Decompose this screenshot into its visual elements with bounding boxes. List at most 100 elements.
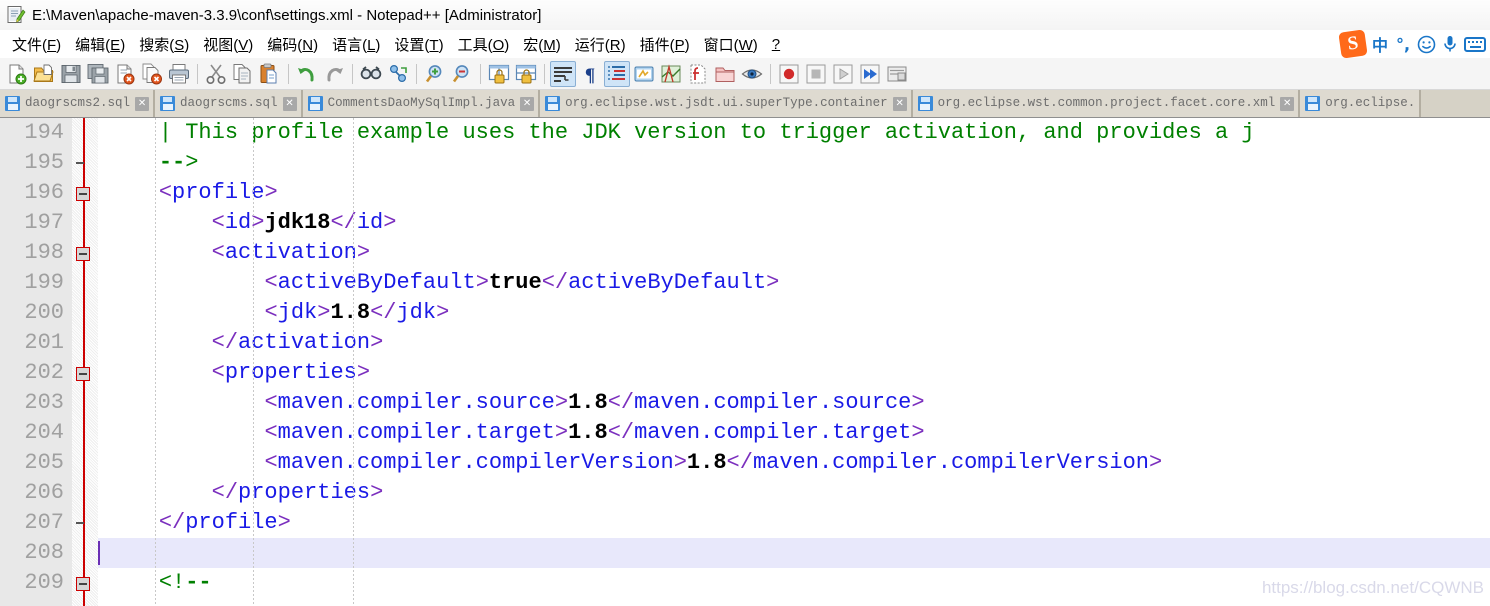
copy-icon[interactable] [230, 61, 256, 87]
redo-icon[interactable] [321, 61, 347, 87]
close-icon[interactable]: ✕ [520, 96, 535, 111]
tab-org-eclipse-wst-jsdt-ui-supertype-container[interactable]: org.eclipse.wst.jsdt.ui.superType.contai… [540, 90, 913, 117]
code-line-current[interactable] [98, 538, 1490, 568]
fold-marker-row[interactable] [72, 298, 98, 328]
save-macro-icon[interactable] [884, 61, 910, 87]
code-line[interactable]: <maven.compiler.source>1.8</maven.compil… [98, 388, 1490, 418]
menu-item-encoding[interactable]: 编码(N) [260, 32, 325, 57]
ime-chinese-mode-icon[interactable]: 中 [1371, 32, 1389, 56]
menu-item-settings[interactable]: 设置(T) [387, 32, 450, 57]
open-file-icon[interactable] [31, 61, 57, 87]
code-line[interactable]: </activation> [98, 328, 1490, 358]
print-icon[interactable] [166, 61, 192, 87]
menu-item-help[interactable]: ? [765, 34, 787, 55]
code-line[interactable]: <activeByDefault>true</activeByDefault> [98, 268, 1490, 298]
zoom-in-icon[interactable] [422, 61, 448, 87]
run-macro-multiple-icon[interactable] [857, 61, 883, 87]
fold-marker-row[interactable] [72, 508, 98, 538]
replace-icon[interactable] [385, 61, 411, 87]
undo-icon[interactable] [294, 61, 320, 87]
folder-as-workspace-icon[interactable] [712, 61, 738, 87]
ime-punctuation-icon[interactable]: °, [1394, 32, 1412, 56]
fold-marker-row[interactable] [72, 568, 98, 598]
save-all-icon[interactable] [85, 61, 111, 87]
menu-item-search[interactable]: 搜索(S) [132, 32, 196, 57]
code-line[interactable]: <id>jdk18</id> [98, 208, 1490, 238]
tab-commentsdaomysqlimpl-java[interactable]: CommentsDaoMySqlImpl.java ✕ [302, 90, 541, 117]
fold-marker-row[interactable] [72, 268, 98, 298]
code-line[interactable]: <maven.compiler.compilerVersion>1.8</mav… [98, 448, 1490, 478]
new-file-icon[interactable] [4, 61, 30, 87]
tab-org-eclipse-wst-common-project-facet-core-xml[interactable]: org.eclipse.wst.common.project.facet.cor… [912, 90, 1301, 117]
menu-item-run[interactable]: 运行(R) [568, 32, 633, 57]
word-wrap-icon[interactable] [550, 60, 576, 87]
code-line[interactable]: --> [98, 148, 1490, 178]
fold-marker-row[interactable] [72, 358, 98, 388]
menu-item-edit[interactable]: 编辑(E) [68, 32, 132, 57]
find-icon[interactable] [358, 61, 384, 87]
menu-item-file[interactable]: 文件(F) [5, 32, 68, 57]
show-indent-guide-icon[interactable] [604, 60, 630, 87]
fold-collapse-icon[interactable] [76, 247, 90, 261]
code-line[interactable]: <properties> [98, 358, 1490, 388]
fold-marker-row[interactable] [72, 238, 98, 268]
fold-marker-row[interactable] [72, 388, 98, 418]
code-line[interactable]: <activation> [98, 238, 1490, 268]
sogou-logo-icon[interactable]: S [1338, 29, 1368, 59]
code-line[interactable]: <!-- [98, 568, 1490, 598]
fold-marker-row[interactable] [72, 478, 98, 508]
tab-daogrscms-sql[interactable]: daogrscms.sql ✕ [155, 90, 303, 117]
tab-org-eclipse-partial[interactable]: org.eclipse. [1300, 90, 1422, 117]
cut-icon[interactable] [203, 61, 229, 87]
ime-keyboard-icon[interactable] [1464, 32, 1486, 56]
fold-collapse-icon[interactable] [76, 187, 90, 201]
fold-marker-row[interactable] [72, 328, 98, 358]
menu-item-plugins[interactable]: 插件(P) [633, 32, 697, 57]
menu-item-view[interactable]: 视图(V) [196, 32, 260, 57]
fold-marker-row[interactable] [72, 538, 98, 568]
monitoring-icon[interactable] [739, 61, 765, 87]
zoom-out-icon[interactable] [449, 61, 475, 87]
ime-microphone-icon[interactable] [1441, 32, 1459, 56]
user-defined-language-icon[interactable] [631, 61, 657, 87]
record-macro-icon[interactable] [776, 61, 802, 87]
menu-item-tools[interactable]: 工具(O) [451, 32, 517, 57]
sync-horizontal-scroll-icon[interactable] [513, 61, 539, 87]
fold-marker-row[interactable] [72, 118, 98, 148]
document-map-icon[interactable] [658, 61, 684, 87]
code-line[interactable]: | This profile example uses the JDK vers… [98, 118, 1490, 148]
paste-icon[interactable] [257, 61, 283, 87]
close-icon[interactable]: ✕ [135, 96, 150, 111]
code-line[interactable]: <profile> [98, 178, 1490, 208]
fold-marker-row[interactable] [72, 418, 98, 448]
code-line[interactable]: <maven.compiler.target>1.8</maven.compil… [98, 418, 1490, 448]
code-folding-margin[interactable] [72, 118, 98, 606]
stop-macro-icon[interactable] [803, 61, 829, 87]
fold-marker-row[interactable] [72, 448, 98, 478]
menu-item-language[interactable]: 语言(L) [325, 32, 387, 57]
close-all-files-icon[interactable] [139, 61, 165, 87]
close-icon[interactable]: ✕ [892, 96, 907, 111]
function-list-icon[interactable] [685, 61, 711, 87]
save-icon[interactable] [58, 61, 84, 87]
close-file-icon[interactable] [112, 61, 138, 87]
fold-collapse-icon[interactable] [76, 577, 90, 591]
show-all-characters-icon[interactable]: ¶ [577, 61, 603, 87]
sync-vertical-scroll-icon[interactable] [486, 61, 512, 87]
fold-collapse-icon[interactable] [76, 367, 90, 381]
fold-marker-row[interactable] [72, 208, 98, 238]
code-line[interactable]: <jdk>1.8</jdk> [98, 298, 1490, 328]
code-line[interactable]: </profile> [98, 508, 1490, 538]
fold-marker-row[interactable] [72, 148, 98, 178]
tab-daogrscms2-sql[interactable]: daogrscms2.sql ✕ [0, 90, 156, 117]
fold-marker-row[interactable] [72, 178, 98, 208]
menu-item-window[interactable]: 窗口(W) [697, 32, 765, 57]
code-content[interactable]: | This profile example uses the JDK vers… [98, 118, 1490, 606]
play-macro-icon[interactable] [830, 61, 856, 87]
ime-emoji-icon[interactable] [1417, 32, 1436, 56]
close-icon[interactable]: ✕ [1280, 96, 1295, 111]
menu-item-macro[interactable]: 宏(M) [516, 32, 568, 57]
code-line[interactable]: </properties> [98, 478, 1490, 508]
close-icon[interactable]: ✕ [282, 96, 297, 111]
editor-area[interactable]: 194 195 196 197 198 199 200 201 202 203 204 205 206 2… [0, 118, 1490, 606]
